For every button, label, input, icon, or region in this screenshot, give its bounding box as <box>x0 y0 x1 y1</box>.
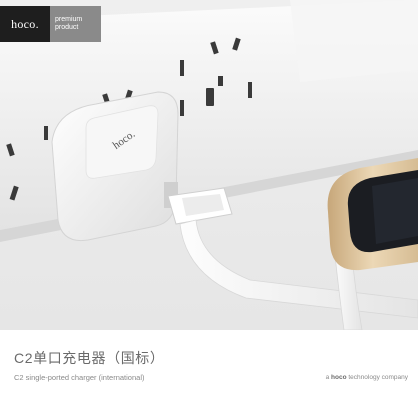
brand-tagline: premium product <box>50 6 101 42</box>
product-photo: hoco. hoco. premium product <box>0 0 418 330</box>
product-image: hoco. hoco. premium product C2单口充电器（国标） … <box>0 0 418 418</box>
brand-tag-line2: product <box>55 24 79 31</box>
product-title-en: C2 single-ported charger (international) <box>14 373 145 382</box>
company-prefix: a <box>325 374 330 381</box>
product-caption: C2单口充电器（国标） C2 single-ported charger (in… <box>0 330 418 418</box>
brand-logo: hoco. <box>0 6 50 42</box>
charger <box>51 91 179 242</box>
company-suffix: technology company <box>348 374 408 381</box>
charger-scene <box>0 0 418 330</box>
company-brand: hoco <box>331 374 347 381</box>
company-credit: a hoco technology company <box>326 374 408 381</box>
brand-badge: hoco. premium product <box>0 6 101 42</box>
brand-tag-line1: premium <box>55 16 83 23</box>
product-title-cn: C2单口充电器（国标） <box>14 350 165 366</box>
